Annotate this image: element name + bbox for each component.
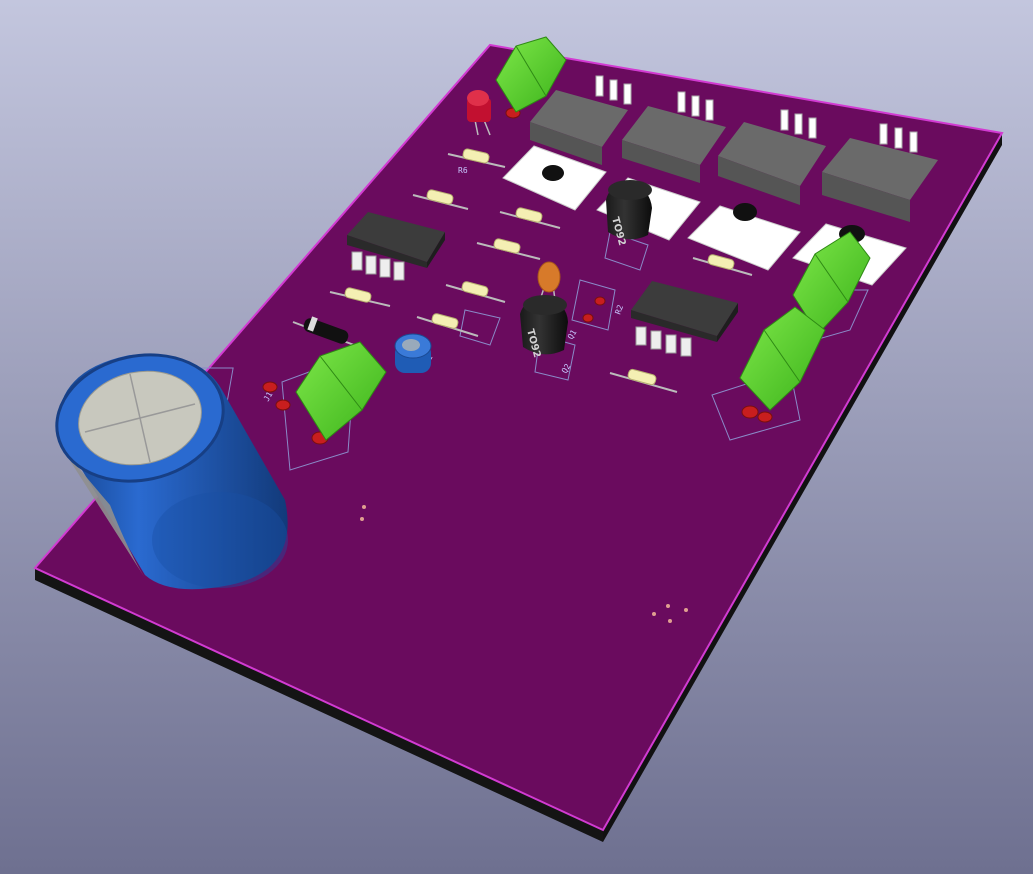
- pcb-3d-scene: R6 R2 Q1 Q2 J1 C1: [0, 0, 1033, 874]
- pcb-3d-viewer[interactable]: R6 R2 Q1 Q2 J1 C1: [0, 0, 1033, 874]
- small-capacitor: [394, 333, 432, 373]
- ref-r6: R6: [458, 166, 468, 175]
- transistor-q2: TO92: [520, 295, 568, 359]
